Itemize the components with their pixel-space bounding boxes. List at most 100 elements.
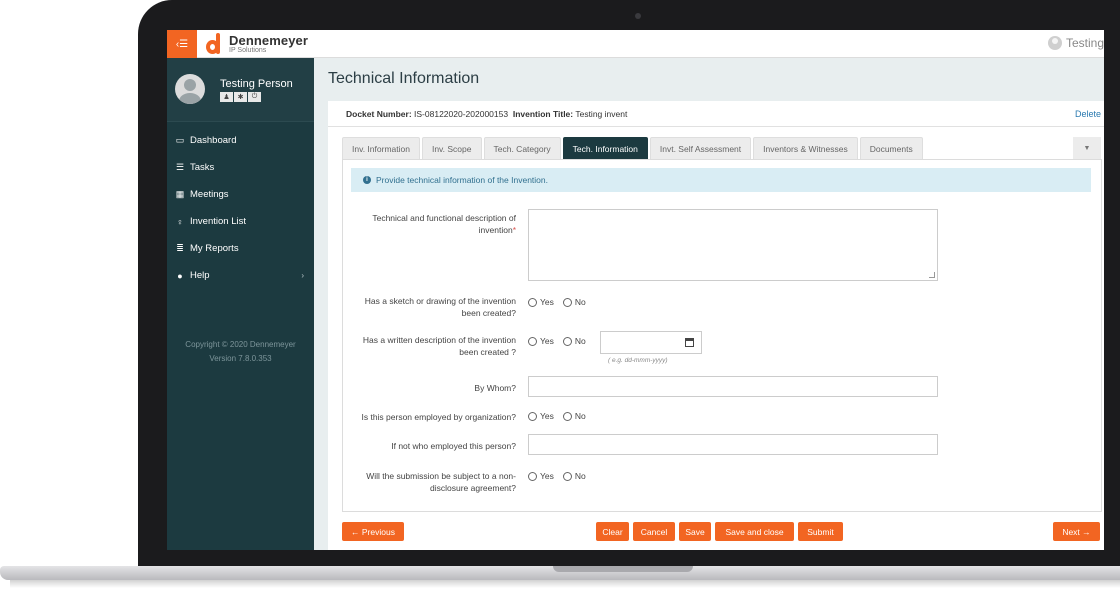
written-date-input[interactable] — [600, 331, 702, 354]
sidebar-item-label: Invention List — [190, 216, 246, 227]
next-label: Next — [1062, 526, 1080, 537]
user-menu[interactable]: Testing — [1047, 36, 1104, 50]
description-textarea[interactable] — [528, 209, 938, 281]
radio-circle-icon — [528, 297, 537, 307]
profile-actions: ♟ ✱ ⏻ — [220, 92, 261, 102]
avatar — [175, 74, 205, 104]
sidebar-nav: ▭ Dashboard ☰ Tasks ▦ Meetings ♀ Inventi… — [167, 122, 314, 289]
employed-radio-group: Yes No — [528, 411, 586, 421]
cancel-button[interactable]: Cancel — [633, 522, 675, 541]
chevron-right-icon: › — [301, 271, 304, 280]
tab-inventors-witnesses[interactable]: Inventors & Witnesses — [753, 137, 858, 159]
sidebar-item-help[interactable]: ● Help › — [167, 262, 314, 289]
sidebar: Testing Person ♟ ✱ ⏻ ▭ Dashboard ☰ Tasks… — [167, 58, 314, 550]
employed-no-radio[interactable]: No — [562, 411, 586, 421]
form-panel: Docket Number: IS-08122020-202000153 Inv… — [328, 101, 1104, 550]
description-label: Technical and functional description of … — [356, 212, 516, 236]
brand-logo[interactable]: Dennemeyer IP Solutions — [205, 33, 308, 55]
written-label-line1: Has a written description of the inventi… — [362, 335, 516, 345]
radio-circle-icon — [528, 471, 537, 481]
invention-title-label: Invention Title: — [512, 109, 574, 119]
sidebar-item-invention-list[interactable]: ♀ Invention List — [167, 208, 314, 235]
sketch-no-radio[interactable]: No — [562, 297, 586, 307]
arrow-right-icon: → — [1079, 526, 1091, 537]
sidebar-item-my-reports[interactable]: ≣ My Reports — [167, 235, 314, 262]
power-icon[interactable]: ⏻ — [248, 92, 261, 102]
radio-label: Yes — [540, 336, 554, 346]
save-button[interactable]: Save — [679, 522, 711, 541]
tab-inv-scope[interactable]: Inv. Scope — [421, 137, 482, 159]
nda-yes-radio[interactable]: Yes — [528, 471, 554, 481]
nda-label-line1: Will the submission be subject to a non- — [366, 471, 516, 481]
next-button[interactable]: Next → — [1053, 522, 1100, 541]
required-mark: * — [512, 225, 516, 235]
laptop-notch — [553, 566, 693, 572]
sidebar-item-dashboard[interactable]: ▭ Dashboard — [167, 127, 314, 154]
calendar-icon: ▦ — [175, 189, 185, 199]
calendar-icon[interactable] — [685, 338, 694, 347]
by-whom-label: By Whom? — [474, 383, 516, 393]
tab-documents[interactable]: Documents — [859, 137, 923, 159]
version-text: Version 7.8.0.353 — [209, 354, 272, 363]
divider — [328, 126, 1104, 127]
user-icon — [1047, 36, 1062, 50]
tab-tech-category[interactable]: Tech. Category — [483, 137, 561, 159]
written-radio-group: Yes No — [528, 336, 586, 346]
delete-link[interactable]: Delete — [1075, 109, 1101, 119]
previous-button[interactable]: ← Previous — [342, 522, 404, 541]
camera-dot — [635, 13, 641, 19]
date-format-hint: ( e.g. dd-mmm-yyyy) — [608, 357, 668, 364]
tab-overflow-chevron-down-icon[interactable]: ▼ — [1073, 137, 1101, 159]
radio-label: No — [574, 471, 586, 481]
save-and-close-button[interactable]: Save and close — [715, 522, 794, 541]
profile-user-icon[interactable]: ♟ — [220, 92, 233, 102]
user-name-label: Testing — [1065, 36, 1104, 50]
laptop-frame: ‹☰ Dennemeyer IP Solutions Testing Testi… — [0, 0, 1120, 594]
radio-label: No — [574, 297, 586, 307]
radio-circle-icon — [528, 411, 537, 421]
written-no-radio[interactable]: No — [562, 336, 586, 346]
settings-gear-icon[interactable]: ✱ — [234, 92, 247, 102]
sketch-yes-radio[interactable]: Yes — [528, 297, 554, 307]
nda-label: Will the submission be subject to a non-… — [356, 470, 516, 494]
profile-panel: Testing Person ♟ ✱ ⏻ — [167, 58, 314, 122]
radio-label: Yes — [540, 471, 554, 481]
radio-circle-icon — [562, 336, 572, 346]
tab-tech-information[interactable]: Tech. Information — [562, 137, 648, 159]
sketch-radio-group: Yes No — [528, 297, 586, 307]
tab-inv-information[interactable]: Inv. Information — [342, 137, 420, 159]
employed-label: Is this person employed by organization? — [361, 412, 516, 422]
copyright-text: Copyright © 2020 Dennemeyer — [185, 340, 296, 349]
menu-toggle-button[interactable]: ‹☰ — [167, 30, 197, 58]
clear-button[interactable]: Clear — [596, 522, 629, 541]
tab-bar: Inv. Information Inv. Scope Tech. Catego… — [342, 137, 923, 159]
description-label-line2: invention — [478, 225, 513, 235]
radio-label: Yes — [540, 297, 554, 307]
report-icon: ≣ — [176, 243, 184, 253]
copyright-block: Copyright © 2020 Dennemeyer Version 7.8.… — [167, 338, 314, 366]
nda-no-radio[interactable]: No — [562, 471, 586, 481]
sidebar-item-label: Help — [190, 270, 210, 281]
not-employed-input[interactable] — [528, 434, 938, 455]
written-yes-radio[interactable]: Yes — [528, 336, 554, 346]
brand-name: Dennemeyer — [229, 33, 309, 48]
submit-button[interactable]: Submit — [798, 522, 843, 541]
radio-circle-icon — [562, 471, 572, 481]
sidebar-item-tasks[interactable]: ☰ Tasks — [167, 154, 314, 181]
info-alert: i Provide technical information of the I… — [351, 168, 1091, 192]
employed-yes-radio[interactable]: Yes — [528, 411, 554, 421]
sidebar-item-label: My Reports — [190, 243, 239, 254]
hamburger-icon: ‹☰ — [175, 38, 189, 50]
radio-label: No — [574, 411, 586, 421]
monitor-icon: ▭ — [175, 135, 185, 145]
sidebar-item-label: Dashboard — [190, 135, 237, 146]
written-label-line2: been created ? — [459, 347, 516, 357]
info-text: Provide technical information of the Inv… — [376, 175, 548, 185]
sidebar-item-meetings[interactable]: ▦ Meetings — [167, 181, 314, 208]
description-label-line1: Technical and functional description of — [372, 213, 516, 223]
top-bar: ‹☰ Dennemeyer IP Solutions Testing — [167, 30, 1104, 58]
by-whom-input[interactable] — [528, 376, 938, 397]
lightbulb-icon: ♀ — [176, 216, 184, 227]
tab-invt-self-assessment[interactable]: Invt. Self Assessment — [649, 137, 752, 159]
profile-name: Testing Person — [220, 78, 293, 90]
